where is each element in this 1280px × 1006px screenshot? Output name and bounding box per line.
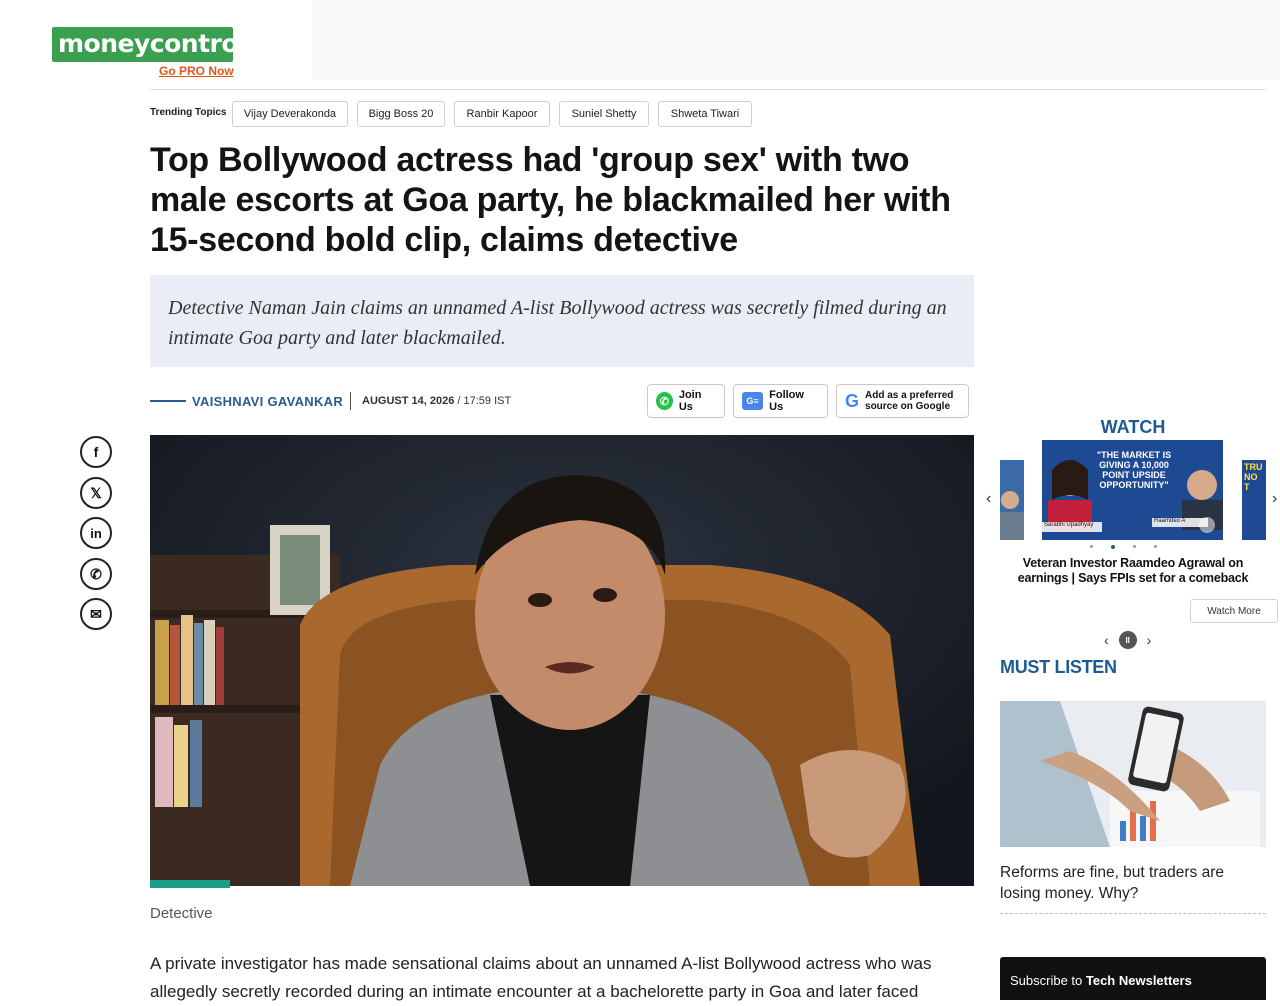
facebook-share-icon[interactable]: f: [80, 436, 112, 468]
carousel-next-arrow[interactable]: ›: [1272, 490, 1277, 508]
google-icon: G: [845, 390, 860, 411]
prev-video-thumbnail[interactable]: [1000, 460, 1024, 540]
carousel-dot[interactable]: [1133, 545, 1136, 548]
chevron-left-icon[interactable]: ‹: [1104, 632, 1109, 648]
trending-chip[interactable]: Vijay Deverakonda: [232, 101, 348, 127]
trending-label: Trending Topics: [150, 107, 227, 118]
prev-thumbnail-art: [1000, 460, 1024, 540]
email-share-icon[interactable]: ✉: [80, 598, 112, 630]
join-us-label: Join Us: [678, 389, 702, 413]
trending-chip[interactable]: Bigg Boss 20: [357, 101, 445, 127]
carousel-dots: [1090, 545, 1157, 549]
must-listen-heading: MUST LISTEN: [1000, 657, 1117, 677]
join-whatsapp-button[interactable]: ✆ Join Us: [647, 384, 725, 418]
carousel-prev-arrow[interactable]: ‹: [986, 490, 991, 508]
google-news-icon: G≡: [742, 392, 764, 410]
google-preferred-source-button[interactable]: G Add as a preferred source on Google: [836, 384, 969, 418]
newsletter-name: Tech Newsletters: [1085, 973, 1192, 988]
section-divider: [1000, 913, 1266, 914]
newsletter-banner[interactable]: Subscribe to Tech Newsletters: [1000, 957, 1266, 1000]
next-thumb-text: TRU NO T: [1242, 460, 1266, 540]
thumbnail-quote: "THE MARKET IS GIVING A 10,000 POINT UPS…: [1096, 450, 1172, 490]
carousel-dot-active[interactable]: [1111, 545, 1115, 549]
follow-google-news-button[interactable]: G≡ Follow Us: [733, 384, 828, 418]
trending-chip[interactable]: Ranbir Kapoor: [454, 101, 550, 127]
hero-illustration: [150, 435, 974, 886]
next-video-thumbnail[interactable]: TRU NO T: [1242, 460, 1266, 540]
article-body: A private investigator has made sensatio…: [150, 954, 932, 1001]
carousel-controls: ‹ II ›: [1104, 631, 1151, 649]
go-pro-link[interactable]: Go PRO Now: [159, 64, 234, 78]
newsletter-prefix: Subscribe to: [1010, 973, 1086, 988]
author-link[interactable]: VAISHNAVI GAVANKAR: [192, 394, 343, 409]
podcast-thumbnail-art: [1000, 701, 1266, 847]
watch-more-button[interactable]: Watch More: [1190, 599, 1278, 623]
trending-chip[interactable]: Shweta Tiwari: [658, 101, 752, 127]
ad-banner: [312, 0, 1280, 80]
carousel-dot[interactable]: [1090, 545, 1093, 548]
logo-text[interactable]: moneycontrol: [58, 29, 247, 58]
image-caption: Detective: [150, 905, 213, 922]
carousel-dot[interactable]: [1154, 545, 1157, 548]
video-thumbnail[interactable]: "THE MARKET IS GIVING A 10,000 POINT UPS…: [1042, 440, 1223, 540]
hero-image: [150, 435, 974, 886]
trending-chip[interactable]: Suniel Shetty: [559, 101, 649, 127]
guest-name: Raamdeo A: [1154, 518, 1186, 524]
time-value: / 17:59 IST: [457, 395, 512, 407]
byline-rule: [150, 400, 186, 402]
article-summary: Detective Naman Jain claims an unnamed A…: [150, 275, 974, 367]
x-share-icon[interactable]: 𝕏: [80, 477, 112, 509]
hero-accent-bar: [150, 880, 230, 888]
podcast-thumbnail[interactable]: [1000, 701, 1266, 847]
header-divider: [150, 89, 1266, 90]
host-name: Sarabhi Upadhyay: [1044, 522, 1094, 528]
byline-separator: [350, 392, 351, 410]
article-headline: Top Bollywood actress had 'group sex' wi…: [150, 141, 951, 259]
whatsapp-icon: ✆: [656, 392, 673, 410]
publish-date: AUGUST 14, 2026 / 17:59 IST: [362, 395, 511, 407]
chevron-right-icon[interactable]: ›: [1147, 632, 1152, 648]
google-pref-label: Add as a preferred source on Google: [865, 390, 954, 412]
follow-us-label: Follow Us: [769, 389, 804, 413]
video-caption[interactable]: Veteran Investor Raamdeo Agrawal on earn…: [1010, 556, 1256, 586]
watch-heading: WATCH: [1100, 417, 1166, 437]
linkedin-share-icon[interactable]: in: [80, 517, 112, 549]
pause-icon[interactable]: II: [1118, 631, 1137, 649]
whatsapp-share-icon[interactable]: ✆: [80, 558, 112, 590]
date-value: AUGUST 14, 2026: [362, 395, 455, 407]
podcast-caption[interactable]: Reforms are fine, but traders are losing…: [1000, 862, 1266, 904]
